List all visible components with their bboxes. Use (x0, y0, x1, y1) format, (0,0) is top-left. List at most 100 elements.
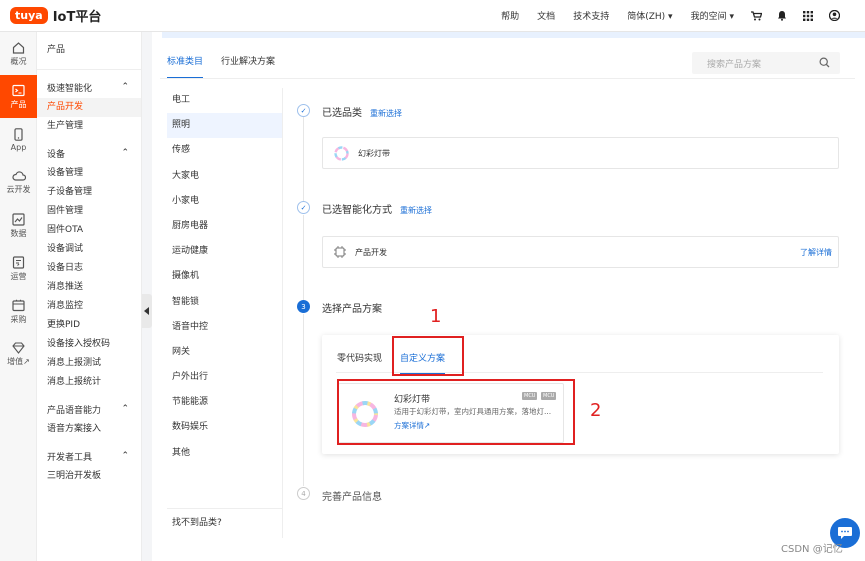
reselect-method-link[interactable]: 重新选择 (400, 206, 432, 215)
menu-group-voice[interactable]: 产品语音能力 ⌃ (37, 398, 141, 420)
my-space-label: 我的空间 (690, 12, 727, 22)
apps-grid-icon[interactable] (802, 10, 814, 22)
menu-item-report-test[interactable]: 消息上报测试 (37, 354, 141, 373)
tab-zero-code[interactable]: 零代码实现 (337, 351, 382, 374)
menu-group-label: 开发者工具 (47, 452, 93, 463)
category-item[interactable]: 其他 (167, 441, 282, 466)
chevron-up-icon: ⌃ (121, 404, 129, 414)
rail-item-cloud[interactable]: 云开发 (0, 161, 37, 204)
rail-item-data[interactable]: 数据 (0, 204, 37, 247)
annotation-box-1 (392, 336, 464, 376)
annotation-number-1: 1 (430, 306, 442, 327)
category-item[interactable]: 摄像机 (167, 264, 282, 289)
menu-item-debug[interactable]: 设备调试 (37, 240, 141, 259)
rail-item-overview[interactable]: 概况 (0, 32, 37, 75)
category-tabs: 标准类目 行业解决方案 (167, 54, 275, 79)
menu-item-sandwich-board[interactable]: 三明治开发板 (37, 467, 141, 486)
purchase-icon (12, 299, 25, 311)
menu-group-fast-smart[interactable]: 极速智能化 ⌃ (37, 76, 141, 98)
category-item[interactable]: 户外出行 (167, 365, 282, 390)
menu-item-push[interactable]: 消息推送 (37, 278, 141, 297)
category-item[interactable]: 语音中控 (167, 315, 282, 340)
category-item[interactable]: 节能能源 (167, 390, 282, 415)
nav-help[interactable]: 帮助 (501, 9, 519, 22)
menu-item-production[interactable]: 生产管理 (37, 117, 141, 136)
selected-category-name: 幻彩灯带 (358, 148, 390, 158)
nav-my-space[interactable]: 我的空间 ▾ (691, 9, 734, 22)
nav-support[interactable]: 技术支持 (573, 9, 609, 22)
category-not-found-link[interactable]: 找不到品类? (167, 508, 283, 528)
category-item[interactable]: 电工 (167, 88, 282, 113)
menu-group-label: 设备 (47, 149, 66, 160)
menu-item-product-dev[interactable]: 产品开发 (37, 98, 141, 117)
menu-item-report-stats[interactable]: 消息上报统计 (37, 373, 141, 392)
menu-item-auth-code[interactable]: 设备接入授权码 (37, 335, 141, 354)
category-item[interactable]: 小家电 (167, 189, 282, 214)
step-check-icon: ✓ (297, 201, 310, 214)
menu-item-subdevice[interactable]: 子设备管理 (37, 183, 141, 202)
nav-language[interactable]: 简体(ZH) ▾ (627, 9, 672, 22)
diamond-icon (12, 342, 25, 354)
tab-standard-category[interactable]: 标准类目 (167, 54, 204, 79)
category-item[interactable]: 大家电 (167, 164, 282, 189)
menu-group-dev-tools[interactable]: 开发者工具 ⌃ (37, 445, 141, 467)
nav-docs[interactable]: 文档 (537, 9, 555, 22)
cart-icon[interactable] (750, 10, 762, 22)
menu-item-firmware[interactable]: 固件管理 (37, 202, 141, 221)
menu-item-firmware-ota[interactable]: 固件OTA (37, 221, 141, 240)
operation-icon (12, 255, 25, 269)
category-item[interactable]: 智能锁 (167, 290, 282, 315)
icon-rail: 概况 产品 App 云开发 数据 运营 采购 增值↗ (0, 32, 37, 561)
chevron-up-icon: ⌃ (121, 451, 129, 461)
logo-text: IoT平台 (52, 10, 102, 25)
rail-item-product[interactable]: 产品 (0, 75, 37, 118)
category-item[interactable]: 传感 (167, 138, 282, 163)
chat-bubble-icon (838, 527, 852, 539)
menu-item-voice-access[interactable]: 语音方案接入 (37, 420, 141, 439)
menu-title: 产品 (37, 32, 141, 70)
bell-icon[interactable] (776, 10, 788, 22)
category-item[interactable]: 运动健康 (167, 239, 282, 264)
light-strip-icon (334, 145, 349, 161)
selected-method-card: 产品开发 了解详情 (322, 236, 839, 268)
rail-label: 运营 (10, 271, 27, 281)
menu-group-label: 极速智能化 (47, 83, 93, 94)
rail-item-value-added[interactable]: 增值↗ (0, 333, 37, 376)
rail-item-purchase[interactable]: 采购 (0, 290, 37, 333)
chip-icon (334, 246, 346, 258)
menu-item-change-pid[interactable]: 更换PID (37, 316, 141, 335)
search-icon[interactable] (819, 57, 830, 71)
selected-method-name: 产品开发 (355, 247, 387, 257)
tab-industry-solution[interactable]: 行业解决方案 (221, 54, 275, 79)
product-menu: 产品 极速智能化 ⌃ 产品开发 生产管理 设备 ⌃ 设备管理 子设备管理 固件管… (37, 32, 142, 561)
step-connector (303, 215, 304, 300)
rail-item-operation[interactable]: 运营 (0, 247, 37, 290)
step-number-3: 3 (297, 300, 310, 313)
watermark: CSDN @记忆 (781, 544, 843, 555)
category-item[interactable]: 厨房电器 (167, 214, 282, 239)
menu-item-device-manage[interactable]: 设备管理 (37, 164, 141, 183)
search-input[interactable]: 搜索产品方案 (692, 52, 840, 74)
chevron-up-icon: ⌃ (121, 148, 129, 158)
step-number-4: 4 (297, 487, 310, 500)
rail-item-app[interactable]: App (0, 118, 37, 161)
menu-item-monitor[interactable]: 消息监控 (37, 297, 141, 316)
home-icon (12, 41, 25, 54)
reselect-category-link[interactable]: 重新选择 (370, 109, 402, 118)
chevron-down-icon: ▾ (729, 12, 734, 22)
top-nav: 帮助 文档 技术支持 简体(ZH) ▾ 我的空间 ▾ (492, 9, 847, 22)
step-connector (303, 117, 304, 202)
annotation-box-2 (337, 379, 575, 445)
category-item-selected[interactable]: 照明 (167, 113, 282, 139)
menu-group-device[interactable]: 设备 ⌃ (37, 142, 141, 164)
category-item[interactable]: 数码娱乐 (167, 415, 282, 440)
user-icon[interactable] (828, 10, 840, 22)
category-item[interactable]: 网关 (167, 340, 282, 365)
menu-group-label: 产品语音能力 (47, 405, 102, 416)
learn-more-link[interactable]: 了解详情 (800, 247, 832, 258)
menu-collapse-handle[interactable] (142, 294, 152, 328)
menu-item-log[interactable]: 设备日志 (37, 259, 141, 278)
step-2-title: 已选智能化方式 重新选择 (322, 201, 432, 216)
main-content: 标准类目 行业解决方案 搜索产品方案 电工 照明 传感 大家电 小家电 厨房电器… (152, 32, 865, 561)
logo[interactable]: tuya IoT平台 (10, 6, 101, 25)
